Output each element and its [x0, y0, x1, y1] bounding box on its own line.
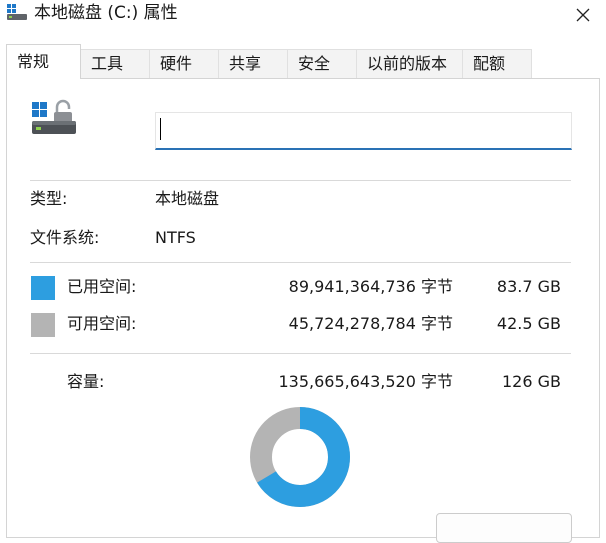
- divider: [30, 180, 571, 181]
- disk-cleanup-button[interactable]: [436, 513, 572, 543]
- window-title: 本地磁盘 (C:) 属性: [34, 3, 178, 23]
- close-button[interactable]: [560, 0, 606, 30]
- drive-bitlocker-icon: [32, 99, 76, 134]
- divider: [30, 262, 571, 263]
- tab-tools[interactable]: 工具: [80, 49, 150, 78]
- drive-icon: [7, 4, 27, 20]
- close-icon: [576, 8, 590, 22]
- capacity-size: 126 GB: [502, 372, 561, 391]
- free-space-label: 可用空间:: [67, 314, 137, 333]
- tab-security[interactable]: 安全: [287, 49, 357, 78]
- disk-usage-donut: [250, 407, 350, 507]
- tab-label: 以前的版本: [367, 54, 448, 73]
- tab-hardware[interactable]: 硬件: [149, 49, 219, 78]
- text-caret: [160, 118, 161, 140]
- tab-label: 常规: [17, 52, 50, 71]
- tab-previous-versions[interactable]: 以前的版本: [356, 49, 463, 78]
- capacity-bytes: 135,665,643,520 字节: [278, 372, 453, 391]
- tab-label: 安全: [298, 54, 331, 73]
- tab-label: 共享: [229, 54, 262, 73]
- free-space-swatch: [31, 313, 55, 337]
- tab-strip: 常规 工具 硬件 共享 安全 以前的版本 配额: [0, 44, 606, 79]
- free-space-bytes: 45,724,278,784 字节: [288, 314, 453, 333]
- volume-name-input[interactable]: [155, 112, 572, 150]
- tab-label: 硬件: [160, 54, 193, 73]
- tab-label: 配额: [473, 54, 506, 73]
- filesystem-label: 文件系统:: [30, 228, 100, 247]
- capacity-label: 容量:: [67, 372, 105, 391]
- used-space-size: 83.7 GB: [496, 277, 561, 296]
- title-bar: 本地磁盘 (C:) 属性: [0, 0, 606, 36]
- divider: [30, 353, 571, 354]
- tab-label: 工具: [91, 54, 124, 73]
- type-label: 类型:: [30, 189, 68, 208]
- tab-quota[interactable]: 配额: [462, 49, 532, 78]
- tab-sharing[interactable]: 共享: [218, 49, 288, 78]
- used-space-label: 已用空间:: [67, 277, 137, 296]
- type-value: 本地磁盘: [155, 189, 220, 208]
- free-space-size: 42.5 GB: [496, 314, 561, 333]
- filesystem-value: NTFS: [155, 228, 196, 247]
- tab-general[interactable]: 常规: [6, 44, 81, 79]
- used-space-bytes: 89,941,364,736 字节: [288, 277, 453, 296]
- used-space-swatch: [31, 276, 55, 300]
